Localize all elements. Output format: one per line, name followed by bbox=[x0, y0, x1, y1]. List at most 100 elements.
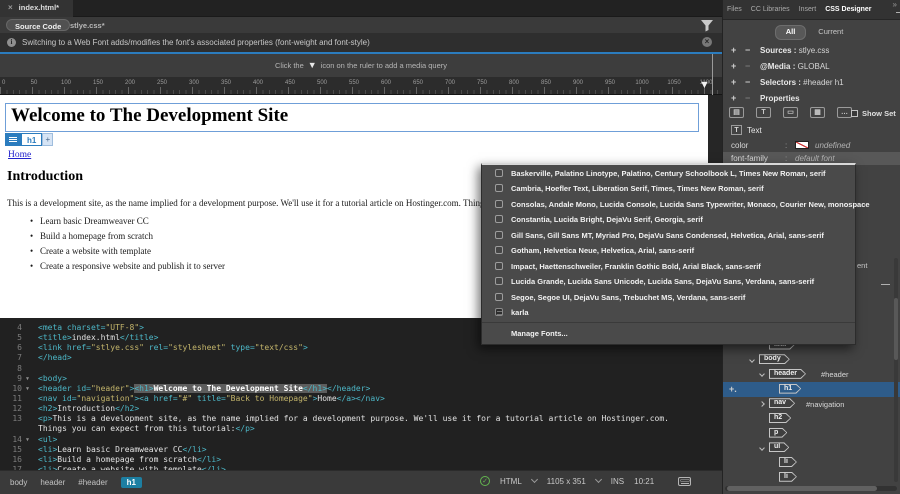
scope-current-button[interactable]: Current bbox=[812, 25, 849, 40]
list-item[interactable]: Create a responsive website and publish … bbox=[30, 261, 225, 276]
remove-media-icon[interactable]: − bbox=[745, 61, 750, 71]
chevron-down-icon[interactable] bbox=[759, 372, 765, 378]
more-properties-icon[interactable]: … bbox=[837, 107, 852, 118]
code-line[interactable]: 10▼<header id="header"><h1>Welcome to Th… bbox=[0, 384, 722, 394]
dom-tag-badge[interactable]: p bbox=[769, 428, 787, 438]
manage-fonts-option[interactable]: Manage Fonts... bbox=[482, 325, 855, 340]
dismiss-notification-icon[interactable]: × bbox=[702, 37, 712, 47]
tag-selector-item[interactable]: body bbox=[10, 478, 27, 487]
font-family-value[interactable]: default font bbox=[795, 154, 835, 163]
add-selector-icon[interactable]: + bbox=[731, 77, 736, 87]
web-font-option-karla[interactable]: karla bbox=[482, 305, 855, 321]
show-set-toggle[interactable]: Show Set bbox=[851, 109, 896, 118]
dom-tree-row-body[interactable]: body bbox=[723, 353, 900, 368]
selectors-label[interactable]: Selectors : #header h1 bbox=[760, 78, 844, 87]
panel-tab-cc-libraries[interactable]: CC Libraries bbox=[751, 6, 790, 13]
font-checkbox-icon[interactable] bbox=[495, 184, 503, 192]
font-checkbox-icon[interactable] bbox=[495, 215, 503, 223]
chevron-down-icon[interactable] bbox=[759, 445, 765, 451]
dom-tree-row-li[interactable]: li bbox=[723, 456, 900, 471]
list-item[interactable]: Build a homepage from scratch bbox=[30, 231, 225, 246]
dom-tree-row-h1[interactable]: +. h1 bbox=[723, 382, 900, 397]
code-line[interactable]: 7</head> bbox=[0, 353, 722, 363]
chevron-right-icon[interactable] bbox=[759, 401, 765, 407]
add-source-icon[interactable]: + bbox=[731, 45, 736, 55]
font-checkbox-icon[interactable] bbox=[495, 262, 503, 270]
dom-tag-badge[interactable]: ul bbox=[769, 442, 789, 452]
close-tab-icon[interactable]: × bbox=[8, 3, 13, 12]
font-checkbox-icon[interactable] bbox=[495, 246, 503, 254]
add-property-icon[interactable]: + bbox=[731, 93, 736, 103]
dom-tree-row-p[interactable]: p bbox=[723, 426, 900, 441]
source-code-button[interactable]: Source Code bbox=[6, 19, 70, 31]
color-property-row[interactable]: color : undefined bbox=[723, 139, 900, 152]
code-line[interactable]: 12<h2>Introduction</h2> bbox=[0, 404, 722, 414]
element-tag-label[interactable]: h1 bbox=[21, 133, 42, 146]
horizontal-ruler[interactable]: 0501001502002503003504004505005506006507… bbox=[0, 77, 722, 95]
font-checkbox-icon[interactable] bbox=[495, 200, 503, 208]
font-checkbox-icon[interactable] bbox=[495, 169, 503, 177]
code-line[interactable]: Things you can expect from this tutorial… bbox=[0, 424, 722, 434]
layout-properties-icon[interactable]: ▤ bbox=[729, 107, 744, 118]
doctype-label[interactable]: HTML bbox=[500, 477, 522, 486]
code-fold-icon[interactable]: ▼ bbox=[26, 384, 29, 394]
code-line[interactable]: 16<li>Build a homepage from scratch</li> bbox=[0, 455, 722, 465]
element-add-icon[interactable]: + bbox=[42, 133, 53, 146]
font-stack-option[interactable]: Baskerville, Palatino Linotype, Palatino… bbox=[482, 165, 855, 181]
tag-selector-item[interactable]: header bbox=[40, 478, 65, 487]
viewport-chevron-icon[interactable] bbox=[595, 476, 602, 483]
dom-tree-row-h2[interactable]: h2 bbox=[723, 411, 900, 426]
tag-selector-item-selected[interactable]: h1 bbox=[121, 477, 142, 488]
viewport-edge-line[interactable] bbox=[712, 54, 713, 95]
home-link[interactable]: Home bbox=[8, 150, 31, 160]
border-properties-icon[interactable]: ▭ bbox=[783, 107, 798, 118]
dom-add-element-icon[interactable]: +. bbox=[729, 384, 737, 394]
font-checkbox-icon[interactable] bbox=[495, 231, 503, 239]
sources-label[interactable]: Sources : stlye.css bbox=[760, 46, 829, 55]
dom-horizontal-scrollbar[interactable] bbox=[725, 486, 897, 491]
tab-index-html[interactable]: ×index.html* bbox=[0, 0, 73, 17]
font-stack-option[interactable]: Lucida Grande, Lucida Sans Unicode, Luci… bbox=[482, 274, 855, 290]
code-fold-icon[interactable]: ▼ bbox=[26, 435, 29, 445]
tag-selector-item[interactable]: #header bbox=[78, 478, 107, 487]
color-swatch-none[interactable] bbox=[795, 141, 809, 149]
dom-tag-badge[interactable]: h1 bbox=[779, 384, 801, 394]
font-stack-option[interactable]: Gill Sans, Gill Sans MT, Myriad Pro, Dej… bbox=[482, 227, 855, 243]
collapse-panels-icon[interactable]: » bbox=[893, 0, 897, 9]
remove-source-icon[interactable]: − bbox=[745, 45, 750, 55]
chevron-down-icon[interactable] bbox=[749, 357, 755, 363]
font-stack-option[interactable]: Segoe, Segoe UI, DejaVu Sans, Trebuchet … bbox=[482, 289, 855, 305]
element-menu-icon[interactable] bbox=[5, 133, 21, 146]
text-properties-icon[interactable]: T bbox=[756, 107, 771, 118]
font-stack-option[interactable]: Cambria, Hoefler Text, Liberation Serif,… bbox=[482, 181, 855, 197]
code-line[interactable]: 15<li>Learn basic Dreamweaver CC</li> bbox=[0, 445, 722, 455]
related-file-stlye-css[interactable]: stlye.css* bbox=[70, 21, 105, 30]
dom-tag-badge[interactable]: header bbox=[769, 369, 806, 379]
dom-tree-row-header[interactable]: header#header bbox=[723, 367, 900, 382]
dom-tag-badge[interactable]: nav bbox=[769, 398, 795, 408]
panel-tab-files[interactable]: Files bbox=[727, 6, 742, 13]
properties-label[interactable]: Properties bbox=[760, 94, 800, 103]
font-stack-option[interactable]: Gotham, Helvetica Neue, Helvetica, Arial… bbox=[482, 243, 855, 259]
element-display-badge[interactable]: h1 + bbox=[5, 133, 53, 146]
code-line[interactable]: 8 bbox=[0, 364, 722, 374]
dom-vertical-scrollbar[interactable] bbox=[894, 258, 898, 482]
dom-tree-row-ul[interactable]: ul bbox=[723, 441, 900, 456]
page-heading[interactable]: Welcome to The Development Site bbox=[11, 105, 288, 127]
remove-property-icon[interactable]: − bbox=[745, 93, 750, 103]
introduction-heading[interactable]: Introduction bbox=[7, 169, 83, 185]
list-item[interactable]: Create a website with template bbox=[30, 246, 225, 261]
dom-tag-badge[interactable]: body bbox=[759, 354, 790, 364]
doctype-chevron-icon[interactable] bbox=[531, 476, 538, 483]
filter-icon[interactable] bbox=[699, 18, 715, 33]
add-media-query-icon[interactable]: ▼ bbox=[699, 80, 710, 91]
list-item[interactable]: Learn basic Dreamweaver CC bbox=[30, 216, 225, 231]
code-line[interactable]: 9▼<body> bbox=[0, 374, 722, 384]
font-stack-option[interactable]: Constantia, Lucida Bright, DejaVu Serif,… bbox=[482, 212, 855, 228]
dom-tree-row-nav[interactable]: nav#navigation bbox=[723, 397, 900, 412]
font-checkbox-icon[interactable] bbox=[495, 277, 503, 285]
panel-tab-css-designer[interactable]: CSS Designer bbox=[825, 6, 871, 13]
panel-tab-insert[interactable]: Insert bbox=[799, 6, 817, 13]
show-set-checkbox[interactable] bbox=[851, 110, 858, 117]
dom-tag-badge[interactable]: h2 bbox=[769, 413, 791, 423]
